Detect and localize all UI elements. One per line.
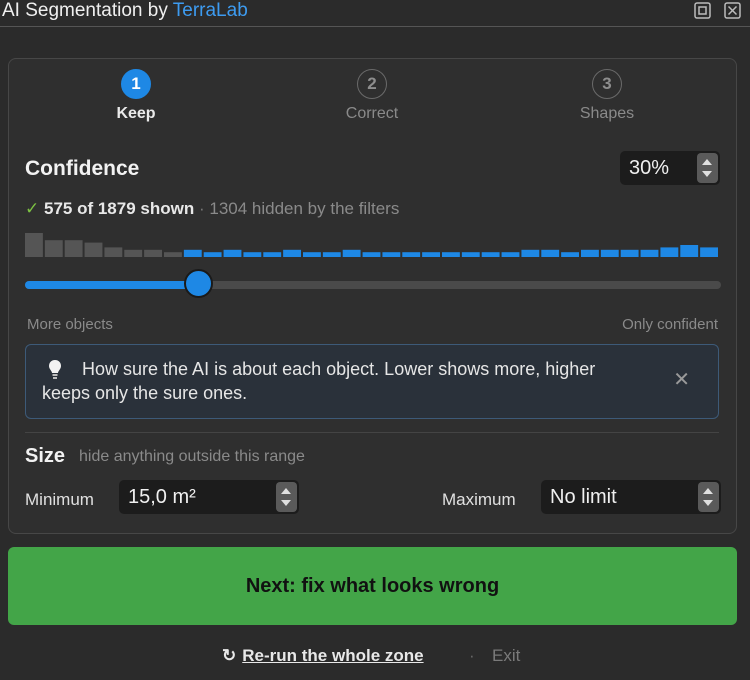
histogram-bar [124, 249, 143, 257]
histogram-bar [521, 249, 540, 257]
window-title-prefix: AI Segmentation by [2, 0, 173, 21]
info-text: How sure the AI is about each object. Lo… [42, 359, 596, 403]
histogram-bar [283, 249, 301, 257]
histogram-bar [680, 245, 699, 257]
increment-arrow-icon[interactable] [281, 488, 291, 494]
spin-arrows[interactable] [698, 482, 719, 512]
info-box: How sure the AI is about each object. Lo… [25, 344, 719, 419]
step-label: Shapes [579, 105, 635, 122]
slider-fill [25, 281, 199, 289]
maximum-label: Maximum [442, 490, 516, 509]
histogram-bar [203, 252, 222, 257]
maximum-value: No limit [550, 486, 617, 508]
brand-name: TerraLab [172, 0, 248, 21]
close-window-icon[interactable] [724, 2, 741, 19]
confidence-slider[interactable] [25, 269, 721, 298]
step-number: 1 [121, 69, 151, 99]
histogram-bar [322, 252, 341, 257]
histogram-bar [104, 247, 123, 257]
histogram-bar [660, 247, 679, 257]
step-keep[interactable]: 1 Keep [76, 69, 196, 123]
size-title: Size [25, 445, 66, 467]
histogram-bar [461, 252, 480, 257]
size-hint: hide anything outside this range [79, 448, 305, 465]
histogram-bar [144, 249, 162, 257]
histogram-bar [303, 252, 321, 257]
histogram-bar [164, 252, 182, 257]
decrement-arrow-icon[interactable] [281, 500, 291, 506]
histogram-bar [581, 249, 599, 257]
decrement-arrow-icon[interactable] [703, 500, 713, 506]
exit-link[interactable]: Exit [492, 646, 520, 666]
window-title: AI Segmentation by TerraLab [2, 0, 248, 22]
histogram-bar [243, 252, 262, 257]
maximum-size-input[interactable]: No limit [541, 480, 721, 514]
minimum-label: Minimum [25, 490, 94, 509]
histogram-bar [442, 252, 460, 257]
histogram-bar [382, 252, 401, 257]
next-button[interactable]: Next: fix what looks wrong [8, 547, 737, 625]
footer-actions: ↻ Re-run the whole zone · Exit [0, 646, 750, 668]
histogram-bar [600, 249, 619, 257]
hidden-count: 1304 hidden by the filters [209, 199, 400, 218]
histogram-bar [263, 252, 282, 257]
minimum-size-input[interactable]: 15,0 m² [119, 480, 299, 514]
histogram-bar [362, 252, 381, 257]
shown-count: 575 of 1879 shown [43, 199, 195, 218]
histogram-bar [541, 249, 560, 257]
histogram-bar [501, 252, 520, 257]
confidence-spinbox[interactable]: 30% [620, 151, 720, 185]
histogram-bar [223, 249, 242, 257]
slider-thumb[interactable] [184, 269, 213, 298]
histogram-bar [700, 247, 718, 257]
histogram-bar [64, 240, 83, 257]
rerun-label: Re-run the whole zone [242, 646, 424, 665]
decrement-arrow-icon[interactable] [702, 171, 712, 177]
slider-min-label: More objects [27, 316, 113, 333]
spin-arrows[interactable] [276, 482, 297, 512]
histogram-bar [183, 249, 202, 257]
shown-summary: ✓ 575 of 1879 shown · 1304 hidden by the… [25, 199, 399, 219]
confidence-value: 30% [629, 157, 670, 179]
histogram-bar [342, 249, 361, 257]
check-icon: ✓ [25, 199, 40, 218]
histogram-bar [481, 252, 500, 257]
histogram-bar [640, 249, 659, 257]
histogram-bar [84, 242, 103, 257]
step-label: Keep [116, 105, 156, 122]
filter-panel: 1 Keep 2 Correct 3 Shapes Confidence 30%… [8, 58, 737, 534]
confidence-histogram [25, 233, 718, 257]
step-label: Correct [345, 105, 399, 122]
divider [25, 432, 719, 433]
step-shapes[interactable]: 3 Shapes [547, 69, 667, 123]
title-bar: AI Segmentation by TerraLab [0, 0, 750, 27]
histogram-bar [44, 240, 63, 257]
close-icon[interactable]: ✕ [673, 367, 690, 392]
step-number: 3 [592, 69, 622, 99]
histogram-bar [620, 249, 639, 257]
histogram-bar [422, 252, 440, 257]
histogram-bar [402, 252, 421, 257]
separator-dot: · [198, 199, 205, 218]
minimum-value: 15,0 m² [128, 486, 196, 508]
histogram-bar [561, 252, 579, 257]
step-number: 2 [357, 69, 387, 99]
confidence-title: Confidence [25, 157, 140, 180]
step-correct[interactable]: 2 Correct [312, 69, 432, 123]
rerun-link[interactable]: ↻ Re-run the whole zone [222, 646, 424, 666]
histogram-bar [25, 233, 43, 257]
increment-arrow-icon[interactable] [703, 488, 713, 494]
refresh-icon: ↻ [222, 646, 237, 665]
float-window-icon[interactable] [694, 2, 711, 19]
slider-max-label: Only confident [622, 316, 718, 333]
separator-dot: · [469, 646, 475, 665]
increment-arrow-icon[interactable] [702, 159, 712, 165]
spin-arrows[interactable] [697, 153, 718, 183]
